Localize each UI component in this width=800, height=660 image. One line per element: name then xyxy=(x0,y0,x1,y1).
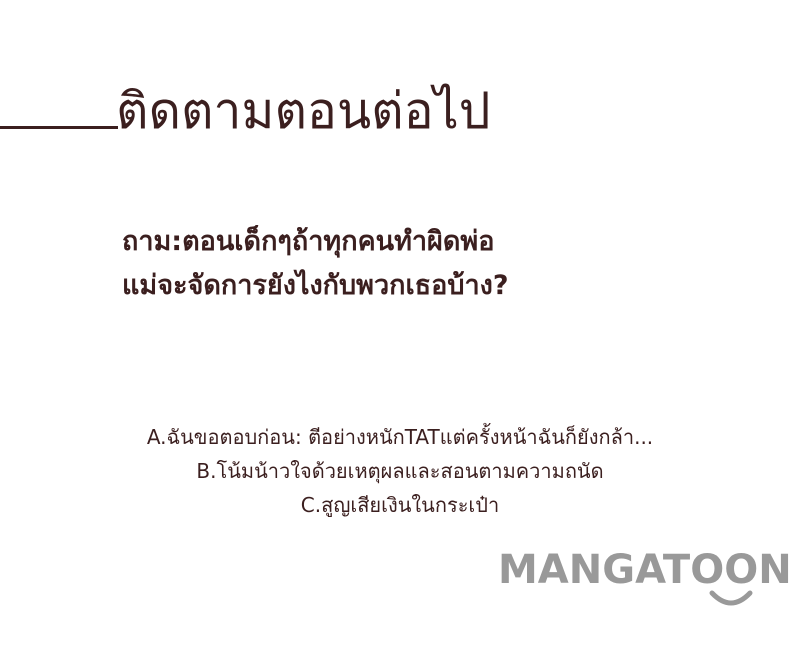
option-c: C.สูญเสียเงินในกระเป๋า xyxy=(300,493,500,517)
smile-icon xyxy=(709,590,753,606)
page-heading: ติดตามตอนต่อไป xyxy=(116,82,491,140)
question-line-2: แม่จะจัดการยังไงกับพวกเธอบ้าง? xyxy=(122,270,509,301)
question-line-1: ถาม:ตอนเด็กๆถ้าทุกคนทำผิดพ่อ xyxy=(122,226,495,257)
mangatoon-logo: MANGATOON xyxy=(498,545,798,615)
option-a: A.ฉันขอตอบก่อน: ตีอย่างหนักTATแต่ครั้งหน… xyxy=(146,425,654,449)
option-b: B.โน้มน้าวใจด้วยเหตุผลและสอนตามความถนัด xyxy=(196,459,604,483)
heading-rule xyxy=(0,126,118,129)
question-block: ถาม:ตอนเด็กๆถ้าทุกคนทำผิดพ่อ แม่จะจัดการ… xyxy=(122,220,762,308)
options-block: A.ฉันขอตอบก่อน: ตีอย่างหนักTATแต่ครั้งหน… xyxy=(0,420,800,522)
logo-text: MANGATOON xyxy=(498,547,792,593)
